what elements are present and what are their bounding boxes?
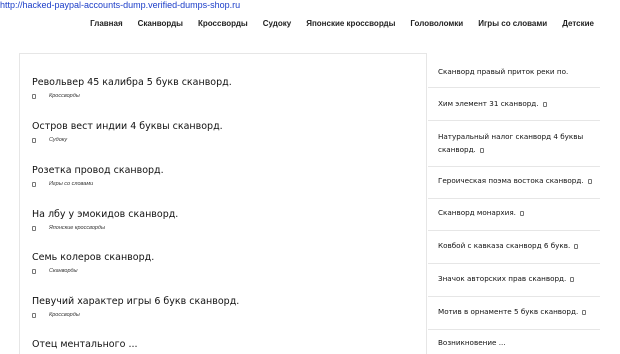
post-category[interactable]: Сканворды — [49, 268, 78, 274]
sidebar-link[interactable]: Сканворд монархия. — [438, 206, 603, 219]
divider — [428, 296, 600, 297]
calendar-icon — [32, 268, 36, 274]
nav-item-kids[interactable]: Детские — [562, 19, 594, 28]
list-item: Певучий характер игры 6 букв сканворд. К… — [32, 296, 412, 318]
calendar-icon — [570, 277, 575, 282]
post-meta: Игры со словами — [32, 181, 412, 187]
calendar-icon — [574, 244, 579, 249]
sidebar-link-label: Сканворд монархия. — [438, 208, 516, 217]
calendar-icon — [582, 310, 587, 315]
sidebar-link[interactable]: Сканворд правый приток реки по. — [438, 65, 603, 78]
list-item: Револьвер 45 калибра 5 букв сканворд. Кр… — [32, 77, 412, 99]
list-item: Остров вест индии 4 буквы сканворд. Судо… — [32, 121, 412, 143]
sidebar-link[interactable]: Ковбой с кавказа сканворд 6 букв. — [438, 239, 603, 252]
sidebar-link[interactable]: Значок авторских прав сканворд. — [438, 272, 603, 285]
url-bar-text: http://hacked-paypal-accounts-dump.verif… — [0, 0, 241, 10]
calendar-icon — [32, 312, 36, 318]
post-title[interactable]: Семь колеров сканворд. — [32, 252, 412, 263]
sidebar-link[interactable]: Героическая поэма востока сканворд. — [438, 174, 603, 187]
post-title[interactable]: Револьвер 45 калибра 5 букв сканворд. — [32, 77, 412, 88]
divider — [428, 329, 600, 330]
list-item: Отец ментального ... — [32, 339, 412, 350]
calendar-icon — [479, 148, 484, 153]
divider — [428, 166, 600, 167]
divider — [428, 230, 600, 231]
sidebar-link-label: Хим элемент 31 сканворд. — [438, 99, 539, 108]
top-navigation: Главная Сканворды Кроссворды Судоку Япон… — [90, 19, 594, 28]
nav-item-home[interactable]: Главная — [90, 19, 123, 28]
nav-item-crosswords[interactable]: Кроссворды — [198, 19, 248, 28]
post-meta: Кроссворды — [32, 93, 412, 99]
calendar-icon — [542, 102, 547, 107]
sidebar-link[interactable]: Мотив в орнаменте 5 букв сканворд. — [438, 305, 603, 318]
post-category[interactable]: Кроссворды — [49, 93, 80, 99]
sidebar-link-label: Сканворд правый приток реки по. — [438, 67, 569, 76]
nav-item-scanwords[interactable]: Сканворды — [138, 19, 183, 28]
list-item: На лбу у эмокидов сканворд. Японские кро… — [32, 209, 412, 231]
sidebar-link-label: Героическая поэма востока сканворд. — [438, 176, 584, 185]
divider — [428, 120, 600, 121]
post-category[interactable]: Японские кроссворды — [49, 225, 105, 231]
post-category[interactable]: Кроссворды — [49, 312, 80, 318]
post-title[interactable]: На лбу у эмокидов сканворд. — [32, 209, 412, 220]
calendar-icon — [32, 225, 36, 231]
post-list: Револьвер 45 калибра 5 букв сканворд. Кр… — [19, 53, 427, 354]
nav-item-puzzles[interactable]: Головоломки — [410, 19, 463, 28]
sidebar-link-label: Мотив в орнаменте 5 букв сканворд. — [438, 307, 579, 316]
list-item: Семь колеров сканворд. Сканворды — [32, 252, 412, 274]
post-title[interactable]: Розетка провод сканворд. — [32, 165, 412, 176]
nav-item-sudoku[interactable]: Судоку — [263, 19, 291, 28]
post-meta: Судоку — [32, 137, 412, 143]
divider — [428, 263, 600, 264]
post-meta: Кроссворды — [32, 312, 412, 318]
calendar-icon — [32, 181, 36, 187]
nav-item-japanese-crosswords[interactable]: Японские кроссворды — [306, 19, 395, 28]
sidebar-link[interactable]: Натуральный налог сканворд 4 буквы сканв… — [438, 130, 603, 156]
nav-item-word-games[interactable]: Игры со словами — [478, 19, 547, 28]
post-title[interactable]: Остров вест индии 4 буквы сканворд. — [32, 121, 412, 132]
calendar-icon — [587, 179, 592, 184]
post-category[interactable]: Судоку — [49, 137, 67, 143]
post-meta: Сканворды — [32, 268, 412, 274]
post-title[interactable]: Певучий характер игры 6 букв сканворд. — [32, 296, 412, 307]
list-item: Розетка провод сканворд. Игры со словами — [32, 165, 412, 187]
post-title[interactable]: Отец ментального ... — [32, 339, 412, 350]
calendar-icon — [32, 137, 36, 143]
post-category[interactable]: Игры со словами — [49, 181, 93, 187]
sidebar-link[interactable]: Хим элемент 31 сканворд. — [438, 97, 603, 110]
sidebar-link-label: Натуральный налог сканворд 4 буквы сканв… — [438, 132, 584, 154]
sidebar-link-label: Ковбой с кавказа сканворд 6 букв. — [438, 241, 571, 250]
post-meta: Японские кроссворды — [32, 225, 412, 231]
calendar-icon — [32, 93, 36, 99]
calendar-icon — [519, 211, 524, 216]
sidebar-link-label: Значок авторских прав сканворд. — [438, 274, 567, 283]
divider — [428, 87, 600, 88]
divider — [428, 198, 600, 199]
